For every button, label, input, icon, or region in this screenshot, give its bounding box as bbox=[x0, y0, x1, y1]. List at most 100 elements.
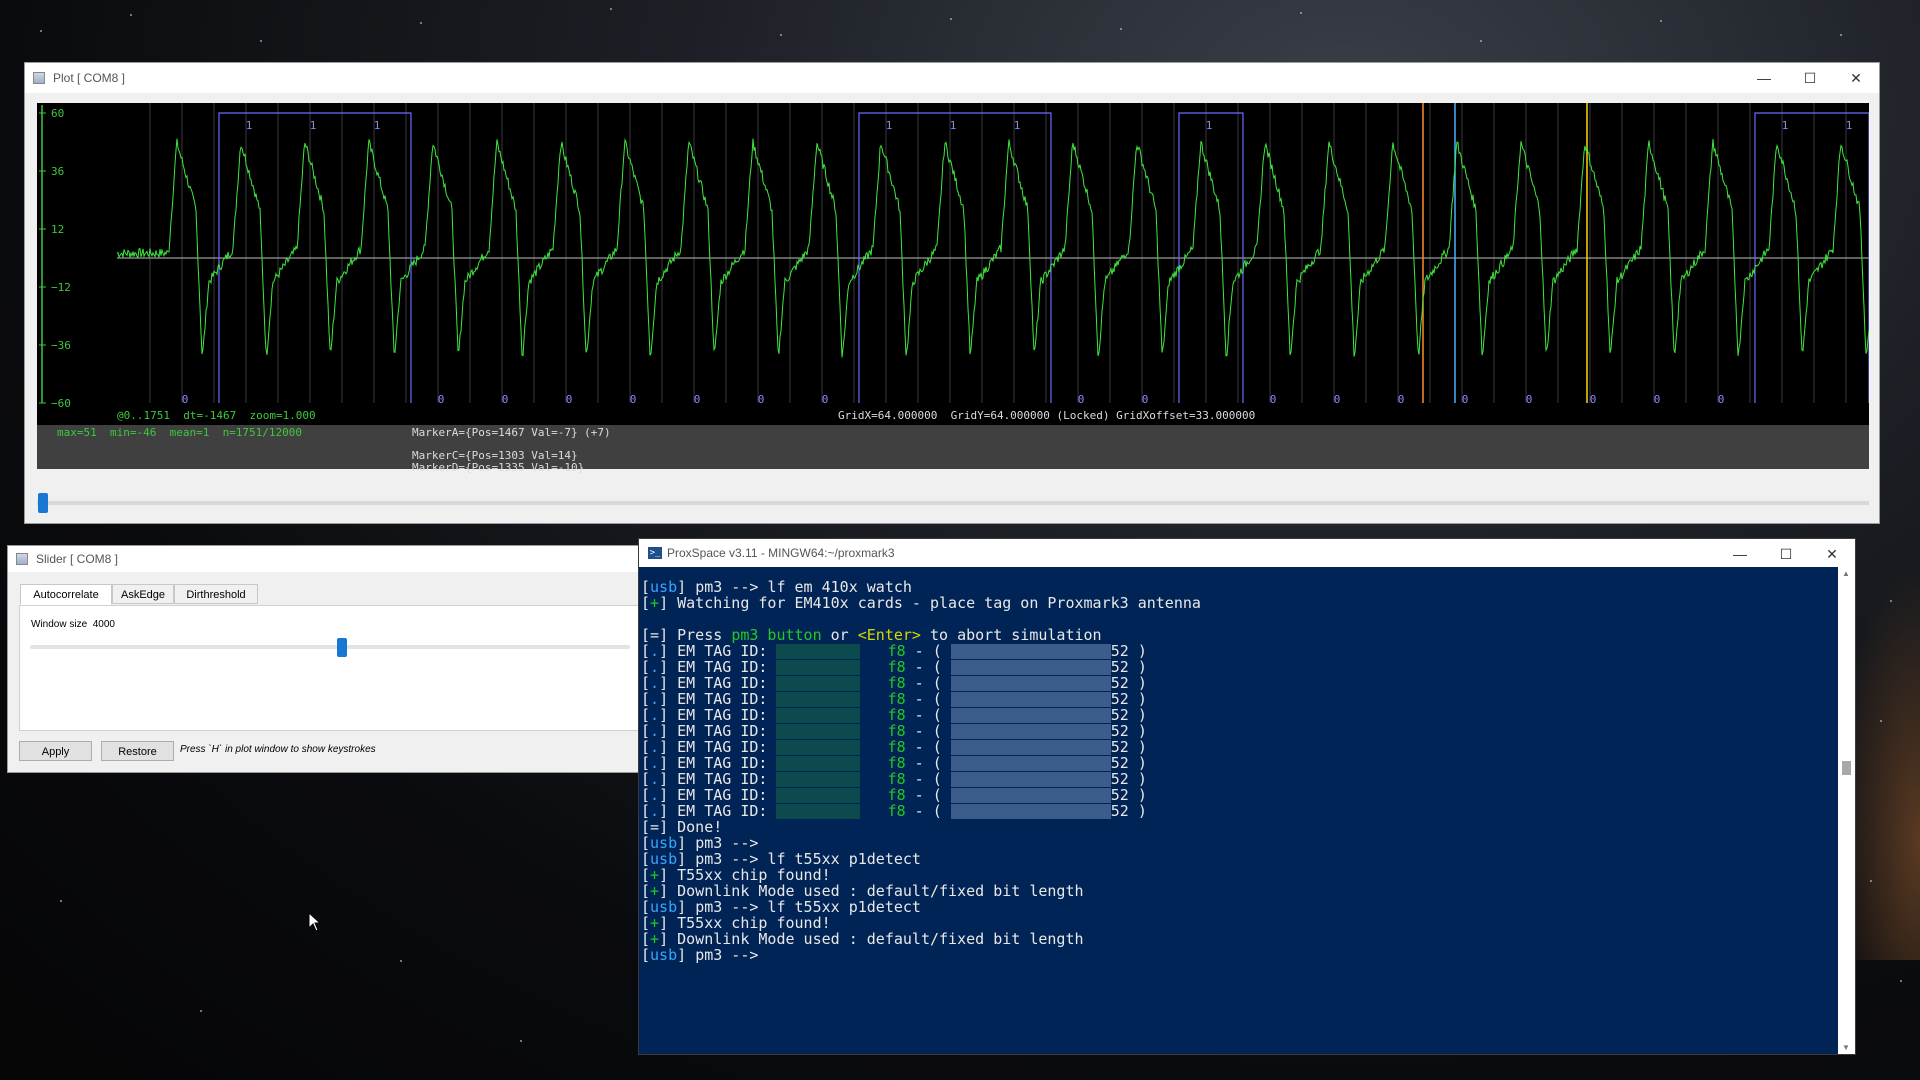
terminal-window-title: ProxSpace v3.11 - MINGW64:~/proxmark3 bbox=[667, 546, 895, 560]
scroll-down-icon[interactable]: ▼ bbox=[1842, 1043, 1850, 1052]
redacted-block bbox=[776, 644, 861, 659]
minimize-icon[interactable]: — bbox=[1717, 539, 1763, 569]
bit-label-zero: 0 bbox=[1270, 393, 1277, 406]
redacted-block bbox=[776, 772, 861, 787]
bit-label-zero: 0 bbox=[822, 393, 829, 406]
marker-d-readout: MarkerD={Pos=1335 Val=-10} bbox=[412, 461, 585, 474]
terminal-line: [usb] pm3 --> lf em 410x watch bbox=[641, 578, 912, 596]
em-tag-line: [.] EM TAG ID: f8 - ( 52 ) bbox=[641, 802, 1147, 820]
background-star bbox=[1880, 720, 1882, 722]
bit-label-zero: 0 bbox=[1590, 393, 1597, 406]
close-icon[interactable]: ✕ bbox=[1809, 539, 1855, 569]
terminal-line: [usb] pm3 --> lf t55xx p1detect bbox=[641, 850, 921, 868]
scroll-up-icon[interactable]: ▲ bbox=[1842, 569, 1850, 578]
plot-range-readout: @0..1751 dt=-1467 zoom=1.000 bbox=[117, 409, 316, 422]
em-tag-line: [.] EM TAG ID: f8 - ( 52 ) bbox=[641, 722, 1147, 740]
plot-titlebar[interactable]: Plot [ COM8 ] — ☐ ✕ bbox=[25, 63, 1879, 93]
redacted-block bbox=[950, 660, 1111, 675]
redacted-block bbox=[776, 708, 861, 723]
plot-scroll-thumb[interactable] bbox=[38, 493, 48, 513]
terminal-scroll-thumb[interactable] bbox=[1842, 761, 1851, 775]
terminal-output[interactable]: [usb] pm3 --> lf em 410x watch [+] Watch… bbox=[641, 579, 1831, 1049]
maximize-icon[interactable]: ☐ bbox=[1787, 63, 1833, 93]
slider-titlebar[interactable]: Slider [ COM8 ] bbox=[8, 546, 639, 572]
background-star bbox=[40, 30, 42, 32]
y-tick-label: 12 bbox=[51, 223, 64, 236]
bit-label-zero: 0 bbox=[758, 393, 765, 406]
bit-label-zero: 0 bbox=[502, 393, 509, 406]
plot-window: Plot [ COM8 ] — ☐ ✕ 60 36 12 −12 −36 −60 1 1 1 1… bbox=[24, 62, 1880, 524]
plot-scroll-track[interactable] bbox=[37, 501, 1869, 505]
em-tag-line: [.] EM TAG ID: f8 - ( 52 ) bbox=[641, 754, 1147, 772]
plot-status-panel: max=51 min=-46 mean=1 n=1751/12000 Marke… bbox=[37, 425, 1869, 474]
restore-button[interactable]: Restore bbox=[101, 741, 174, 761]
background-star bbox=[780, 34, 782, 36]
slider-window: Slider [ COM8 ] Autocorrelate AskEdge Di… bbox=[7, 545, 641, 773]
redacted-block bbox=[950, 708, 1111, 723]
em-tag-line: [.] EM TAG ID: f8 - ( 52 ) bbox=[641, 786, 1147, 804]
em-tag-line: [.] EM TAG ID: f8 - ( 52 ) bbox=[641, 674, 1147, 692]
waveform-plot[interactable]: 60 36 12 −12 −36 −60 1 1 1 1 1 1 1 1 1 0 0 0 0 0 0 0 0 0 0 0 0 0 0 0… bbox=[37, 103, 1869, 425]
bit-label-one: 1 bbox=[246, 119, 253, 132]
y-tick-label: 60 bbox=[51, 107, 64, 120]
window-size-slider-track[interactable] bbox=[30, 645, 630, 649]
terminal-line: [=] Press pm3 button or <Enter> to abort… bbox=[641, 626, 1102, 644]
background-star bbox=[1300, 12, 1302, 14]
background-star bbox=[1480, 40, 1482, 42]
background-star bbox=[1870, 880, 1872, 882]
redacted-block bbox=[950, 692, 1111, 707]
em-tag-line: [.] EM TAG ID: f8 - ( 52 ) bbox=[641, 642, 1147, 660]
bit-label-zero: 0 bbox=[1526, 393, 1533, 406]
maximize-icon[interactable]: ☐ bbox=[1763, 539, 1809, 569]
terminal-titlebar[interactable]: >_ ProxSpace v3.11 - MINGW64:~/proxmark3… bbox=[639, 539, 1855, 567]
bit-label-one: 1 bbox=[310, 119, 317, 132]
redacted-block bbox=[950, 756, 1111, 771]
bit-label-one: 1 bbox=[1014, 119, 1021, 132]
plot-grid-readout: GridX=64.000000 GridY=64.000000 (Locked)… bbox=[838, 409, 1256, 422]
bit-label-one: 1 bbox=[886, 119, 893, 132]
bit-label-zero: 0 bbox=[1334, 393, 1341, 406]
background-star bbox=[610, 8, 612, 10]
background-star bbox=[1890, 600, 1892, 602]
bit-label-zero: 0 bbox=[1718, 393, 1725, 406]
tab-askedge[interactable]: AskEdge bbox=[112, 584, 174, 604]
window-size-label: Window size 4000 bbox=[31, 619, 115, 630]
tab-autocorrelate[interactable]: Autocorrelate bbox=[20, 584, 112, 605]
bit-label-one: 1 bbox=[1206, 119, 1213, 132]
terminal-prompt-line: [usb] pm3 --> bbox=[641, 946, 759, 964]
keystroke-hint: Press `H` in plot window to show keystro… bbox=[180, 744, 376, 755]
bit-label-zero: 0 bbox=[182, 393, 189, 406]
terminal-scrollbar[interactable]: ▲ ▼ bbox=[1838, 567, 1855, 1054]
redacted-block bbox=[776, 804, 861, 819]
mouse-pointer-icon bbox=[308, 912, 322, 932]
tab-dirthreshold[interactable]: Dirthreshold bbox=[174, 584, 258, 604]
bit-label-zero: 0 bbox=[1142, 393, 1149, 406]
em-tag-line: [.] EM TAG ID: f8 - ( 52 ) bbox=[641, 738, 1147, 756]
bit-label-zero: 0 bbox=[1654, 393, 1661, 406]
redacted-block bbox=[776, 756, 861, 771]
background-star bbox=[260, 40, 262, 42]
terminal-window[interactable]: >_ ProxSpace v3.11 - MINGW64:~/proxmark3… bbox=[638, 538, 1856, 1055]
terminal-line: [usb] pm3 --> lf t55xx p1detect bbox=[641, 898, 921, 916]
redacted-block bbox=[950, 772, 1111, 787]
bit-label-zero: 0 bbox=[1398, 393, 1405, 406]
background-star bbox=[60, 900, 62, 902]
window-size-slider-thumb[interactable] bbox=[337, 638, 347, 657]
bit-label-one: 1 bbox=[950, 119, 957, 132]
apply-button[interactable]: Apply bbox=[19, 741, 92, 761]
plot-canvas[interactable]: 60 36 12 −12 −36 −60 1 1 1 1 1 1 1 1 1 0 0 0 0 0 0 0 0 0 0 0 0 0 0 0… bbox=[37, 103, 1869, 425]
slider-window-title: Slider [ COM8 ] bbox=[36, 552, 119, 566]
em-tag-list: [.] EM TAG ID: f8 - ( 52 ) [.] EM TAG ID:… bbox=[641, 643, 1831, 819]
redacted-block bbox=[776, 676, 861, 691]
terminal-line: [usb] pm3 --> bbox=[641, 834, 759, 852]
close-icon[interactable]: ✕ bbox=[1833, 63, 1879, 93]
background-star bbox=[1900, 980, 1902, 982]
window-size-value: 4000 bbox=[92, 619, 115, 630]
powershell-icon: >_ bbox=[648, 547, 662, 559]
background-star bbox=[200, 1010, 202, 1012]
background-star bbox=[1840, 34, 1842, 36]
redacted-block bbox=[776, 660, 861, 675]
background-star bbox=[130, 14, 132, 16]
minimize-icon[interactable]: — bbox=[1741, 63, 1787, 93]
